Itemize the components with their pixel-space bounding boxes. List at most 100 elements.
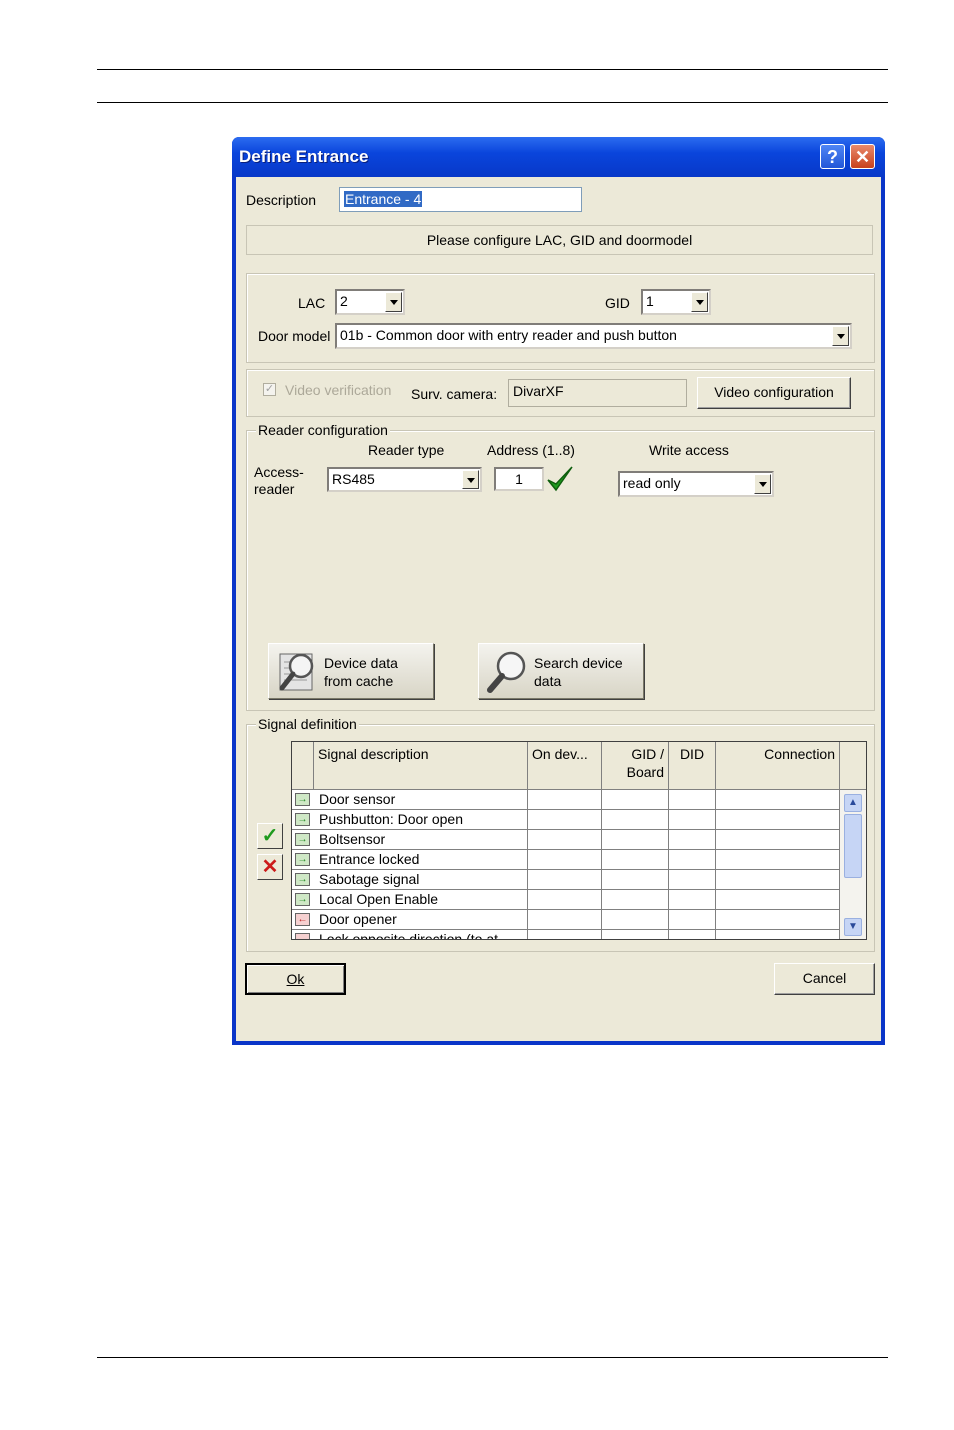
table-cell[interactable]: [669, 930, 716, 939]
table-row[interactable]: → Local Open Enable: [292, 890, 840, 910]
header-gid-board[interactable]: GID / Board: [602, 742, 669, 790]
door-model-value: 01b - Common door with entry reader and …: [340, 327, 677, 343]
write-access-select[interactable]: read only: [618, 471, 774, 497]
table-cell[interactable]: [528, 810, 602, 830]
dialog-client-area: Description Entrance - 4 Please configur…: [236, 177, 881, 1041]
table-cell[interactable]: [602, 910, 669, 930]
chevron-down-icon[interactable]: [385, 292, 402, 312]
signal-description-cell[interactable]: Entrance locked: [314, 850, 528, 870]
table-cell[interactable]: [602, 890, 669, 910]
description-label: Description: [246, 192, 317, 208]
header-did[interactable]: DID: [669, 742, 716, 790]
table-cell[interactable]: [669, 830, 716, 850]
scroll-thumb[interactable]: [844, 814, 862, 878]
table-row[interactable]: ← Lock opposite direction (to at...: [292, 930, 840, 939]
scroll-down-icon[interactable]: ▼: [844, 918, 862, 936]
access-reader-label-line1: Access-: [254, 464, 304, 480]
table-cell[interactable]: [602, 830, 669, 850]
table-cell[interactable]: [602, 810, 669, 830]
chevron-down-icon[interactable]: [462, 470, 479, 489]
signal-description-cell[interactable]: Local Open Enable: [314, 890, 528, 910]
table-cell[interactable]: [528, 830, 602, 850]
table-cell[interactable]: [528, 790, 602, 810]
reader-type-select[interactable]: RS485: [327, 467, 482, 492]
table-cell[interactable]: [716, 850, 840, 870]
video-configuration-label: Video configuration: [714, 384, 834, 400]
table-cell[interactable]: [528, 910, 602, 930]
vertical-scrollbar[interactable]: ▲ ▼: [840, 790, 866, 939]
footer-rule: [97, 1357, 888, 1358]
table-cell[interactable]: [528, 890, 602, 910]
output-signal-icon: ←: [295, 913, 310, 926]
title-bar[interactable]: Define Entrance ? ✕: [232, 137, 885, 177]
table-row[interactable]: → Boltsensor: [292, 830, 840, 850]
table-cell[interactable]: [528, 850, 602, 870]
scroll-up-icon[interactable]: ▲: [844, 794, 862, 812]
table-row[interactable]: → Door sensor: [292, 790, 840, 810]
table-row[interactable]: ← Door opener: [292, 910, 840, 930]
table-cell[interactable]: [602, 790, 669, 810]
signal-description-cell[interactable]: Door opener: [314, 910, 528, 930]
accept-signal-button[interactable]: ✓: [257, 823, 283, 849]
header-connection[interactable]: Connection: [716, 742, 840, 790]
access-reader-label: Access- reader: [254, 464, 304, 498]
device-data-from-cache-button[interactable]: Device data from cache: [268, 643, 434, 699]
signal-description-cell[interactable]: Sabotage signal: [314, 870, 528, 890]
surv-camera-input[interactable]: DivarXF: [508, 379, 687, 407]
header-signal-description[interactable]: Signal description: [314, 742, 528, 790]
table-cell[interactable]: [602, 850, 669, 870]
define-entrance-dialog: Define Entrance ? ✕ Description Entrance…: [232, 137, 885, 1045]
table-row[interactable]: → Sabotage signal: [292, 870, 840, 890]
chevron-down-icon[interactable]: [754, 474, 771, 494]
input-signal-icon: →: [295, 853, 310, 866]
table-cell[interactable]: [528, 930, 602, 939]
table-cell[interactable]: [528, 870, 602, 890]
header-on-device[interactable]: On dev...: [528, 742, 602, 790]
table-cell[interactable]: [716, 870, 840, 890]
table-cell[interactable]: [669, 870, 716, 890]
table-cell[interactable]: [669, 910, 716, 930]
table-cell[interactable]: [602, 930, 669, 939]
access-reader-label-line2: reader: [254, 481, 295, 497]
input-signal-icon: →: [295, 893, 310, 906]
table-cell[interactable]: [716, 930, 840, 939]
reader-type-value: RS485: [332, 471, 375, 487]
table-cell[interactable]: [716, 830, 840, 850]
lac-select[interactable]: 2: [335, 289, 405, 315]
signal-description-cell[interactable]: Lock opposite direction (to at...: [314, 930, 528, 939]
table-cell[interactable]: [716, 790, 840, 810]
write-access-header: Write access: [649, 442, 729, 458]
address-input[interactable]: 1: [494, 467, 544, 491]
table-cell[interactable]: [716, 910, 840, 930]
header-icon-col: [292, 742, 314, 790]
table-cell[interactable]: [669, 850, 716, 870]
signal-description-cell[interactable]: Pushbutton: Door open: [314, 810, 528, 830]
help-button[interactable]: ?: [820, 144, 845, 169]
chevron-down-icon[interactable]: [691, 292, 708, 312]
table-row[interactable]: → Pushbutton: Door open: [292, 810, 840, 830]
cancel-button[interactable]: Cancel: [774, 963, 875, 995]
gid-select[interactable]: 1: [641, 289, 711, 315]
table-cell[interactable]: [669, 790, 716, 810]
header-scroll-corner: [840, 742, 866, 790]
door-model-select[interactable]: 01b - Common door with entry reader and …: [335, 323, 852, 349]
video-verification-checkbox[interactable]: ✓: [263, 383, 276, 396]
signal-table[interactable]: Signal description On dev... GID / Board…: [291, 741, 867, 940]
table-cell[interactable]: [669, 810, 716, 830]
ok-button[interactable]: Ok: [245, 963, 346, 995]
table-cell[interactable]: [602, 870, 669, 890]
table-row[interactable]: → Entrance locked: [292, 850, 840, 870]
signal-description-cell[interactable]: Boltsensor: [314, 830, 528, 850]
close-button[interactable]: ✕: [850, 144, 875, 169]
input-signal-icon: →: [295, 833, 310, 846]
table-cell[interactable]: [669, 890, 716, 910]
signal-description-cell[interactable]: Door sensor: [314, 790, 528, 810]
description-input[interactable]: Entrance - 4: [339, 187, 582, 212]
lac-label: LAC: [298, 295, 326, 311]
table-cell[interactable]: [716, 810, 840, 830]
delete-signal-button[interactable]: ✕: [257, 854, 283, 880]
search-device-data-button[interactable]: Search device data: [478, 643, 644, 699]
table-cell[interactable]: [716, 890, 840, 910]
chevron-down-icon[interactable]: [832, 326, 849, 346]
video-configuration-button[interactable]: Video configuration: [697, 377, 851, 409]
